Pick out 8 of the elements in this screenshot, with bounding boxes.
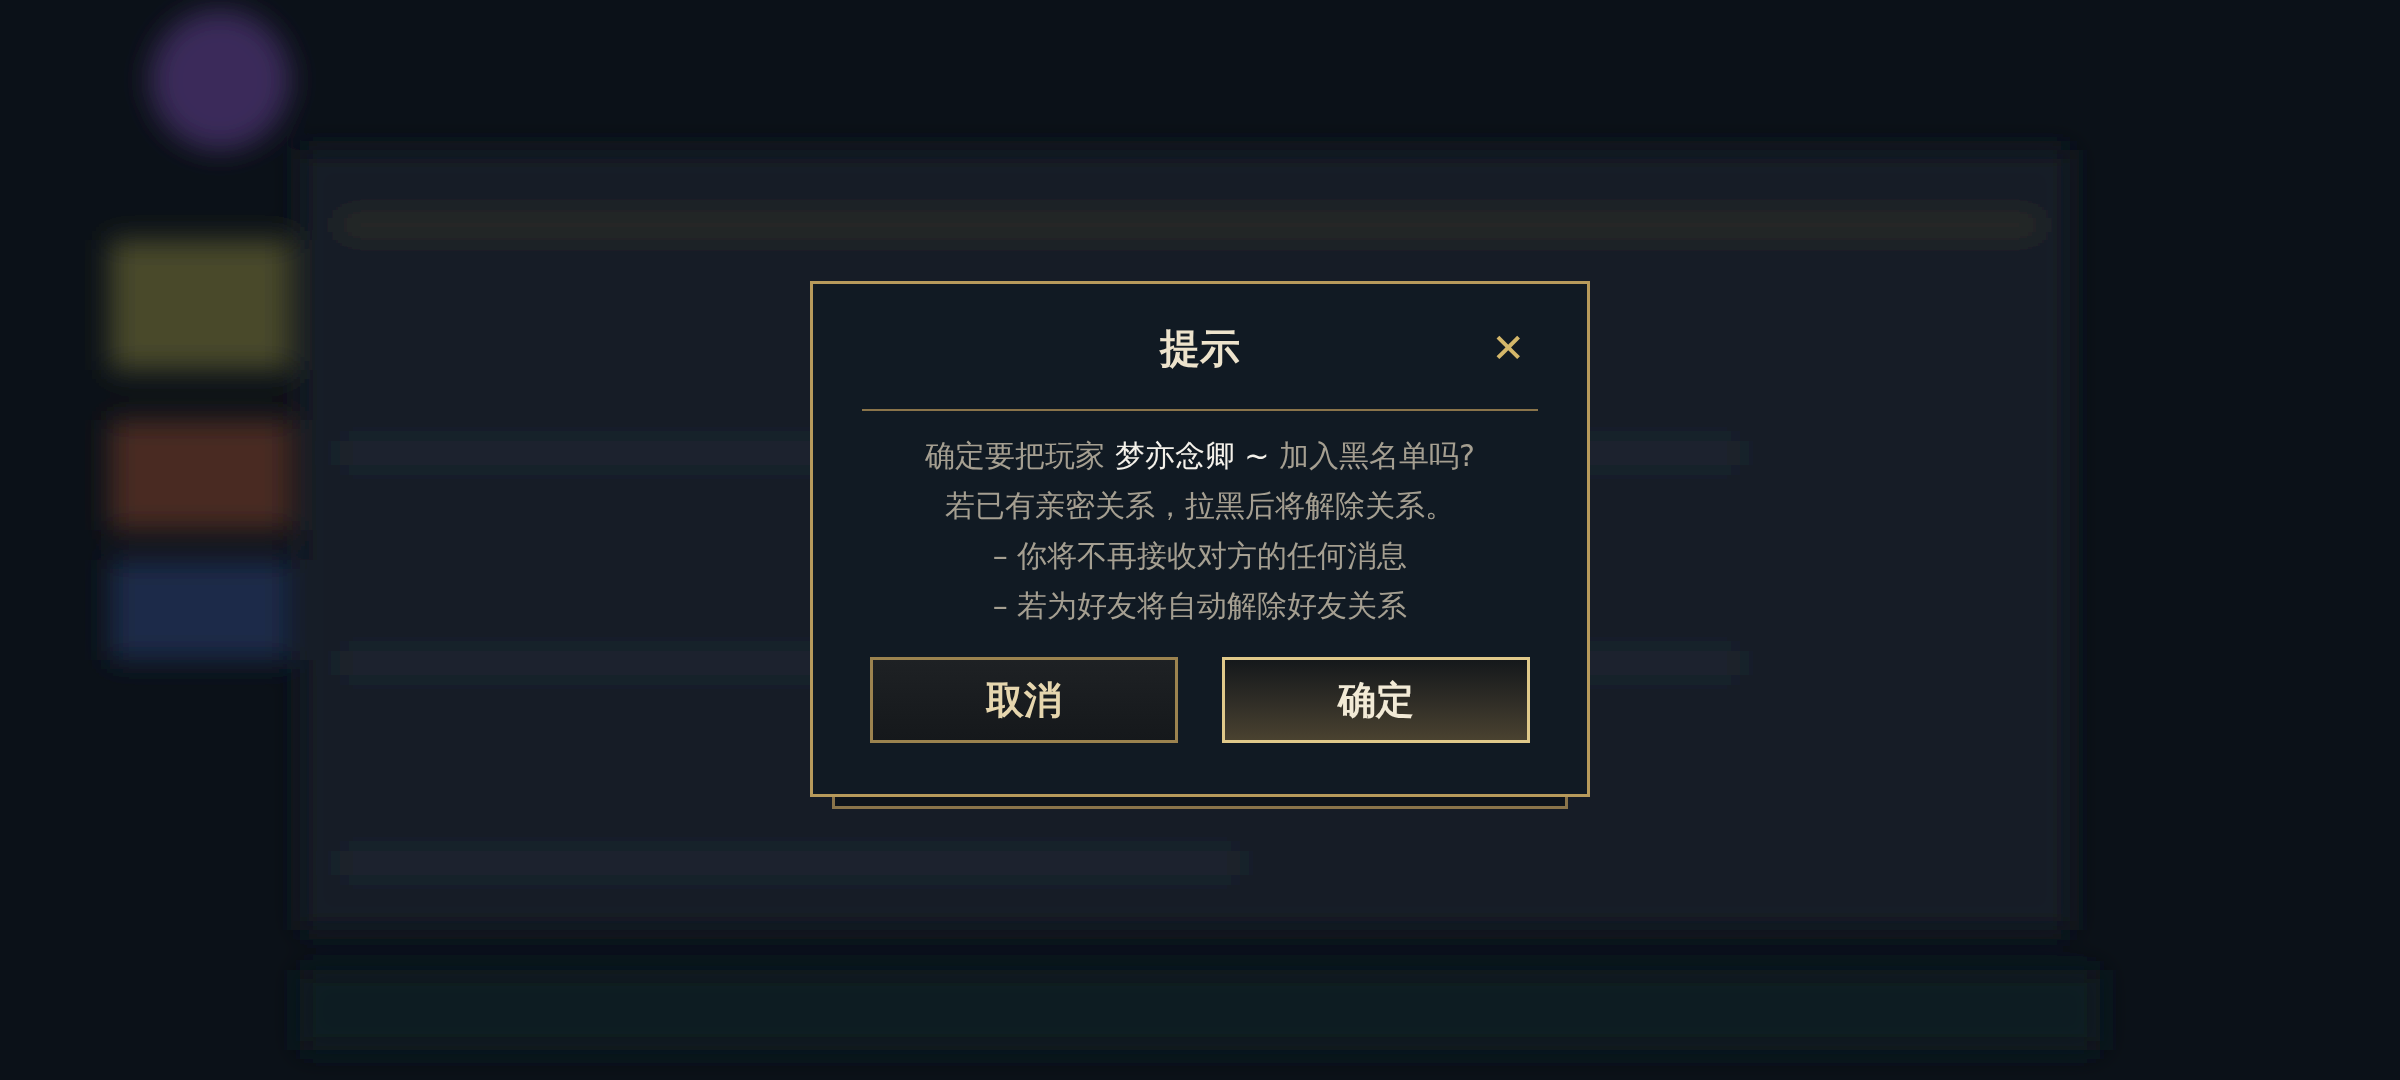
message-text: 若已有亲密关系，拉黑后将解除关系。	[945, 487, 1455, 525]
message-text: 确定要把玩家 梦亦念卿 ~ 加入黑名单吗?	[925, 437, 1475, 475]
close-button[interactable]: ✕	[1491, 322, 1525, 374]
message-text: – 你将不再接收对方的任何消息	[992, 537, 1408, 575]
dialog-title: 提示	[1160, 324, 1240, 373]
message-text: – 若为好友将自动解除好友关系	[992, 587, 1408, 625]
confirm-button[interactable]: 确定	[1222, 657, 1530, 743]
cancel-button[interactable]: 取消	[870, 657, 1178, 743]
